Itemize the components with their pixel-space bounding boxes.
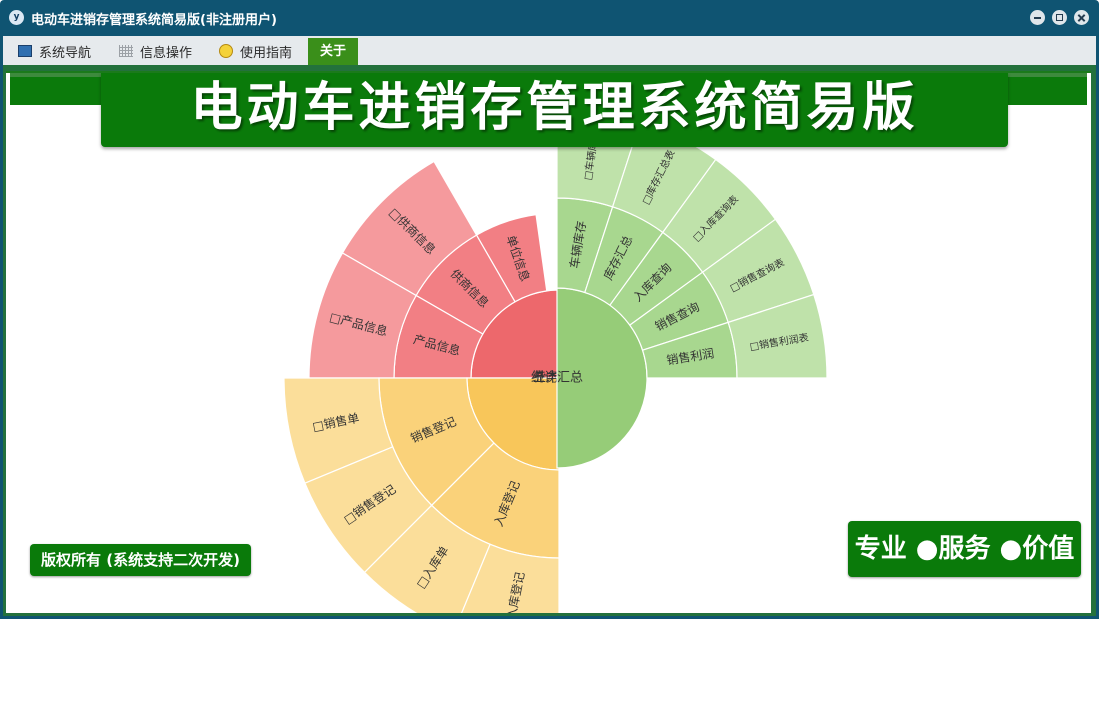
menu-item-guide[interactable]: 使用指南 [219, 41, 292, 61]
segment-label: 统计汇总 [531, 371, 583, 386]
guide-icon [219, 44, 233, 58]
nav-icon [18, 45, 32, 57]
menu-label: 使用指南 [240, 45, 293, 61]
minimize-icon[interactable] [1030, 10, 1045, 25]
menu-bar: 系统导航 信息操作 使用指南 关于 [3, 36, 1096, 66]
restore-icon[interactable] [1052, 10, 1067, 25]
menu-label: 信息操作 [140, 45, 193, 61]
copyright-label: 版权所有 (系统支持二次开发) [30, 544, 251, 576]
menu-item-system-nav[interactable]: 系统导航 [18, 41, 91, 61]
content-frame: 基本信息单位信息供商信息产品信息□供商信息□产品信息业务管理销售登记入库登记□销… [3, 65, 1096, 616]
app-logo-icon: y [9, 10, 24, 25]
window-title: 电动车进销存管理系统简易版(非注册用户) [31, 13, 277, 28]
app-window: y 电动车进销存管理系统简易版(非注册用户) 系统导航 信息操作 使用指南 关于… [0, 0, 1099, 619]
main-content: 基本信息单位信息供商信息产品信息□供商信息□产品信息业务管理销售登记入库登记□销… [6, 71, 1091, 613]
slogan-label: 专业 ●服务 ●价值 [848, 521, 1081, 577]
banner-title: 电动车进销存管理系统简易版 [101, 73, 1008, 147]
menu-item-info-ops[interactable]: 信息操作 [119, 41, 192, 61]
title-bar[interactable]: y 电动车进销存管理系统简易版(非注册用户) [0, 0, 1099, 36]
grid-icon [119, 45, 133, 57]
menu-label: 系统导航 [39, 45, 92, 61]
close-icon[interactable] [1074, 10, 1089, 25]
menu-item-about[interactable]: 关于 [308, 38, 358, 65]
